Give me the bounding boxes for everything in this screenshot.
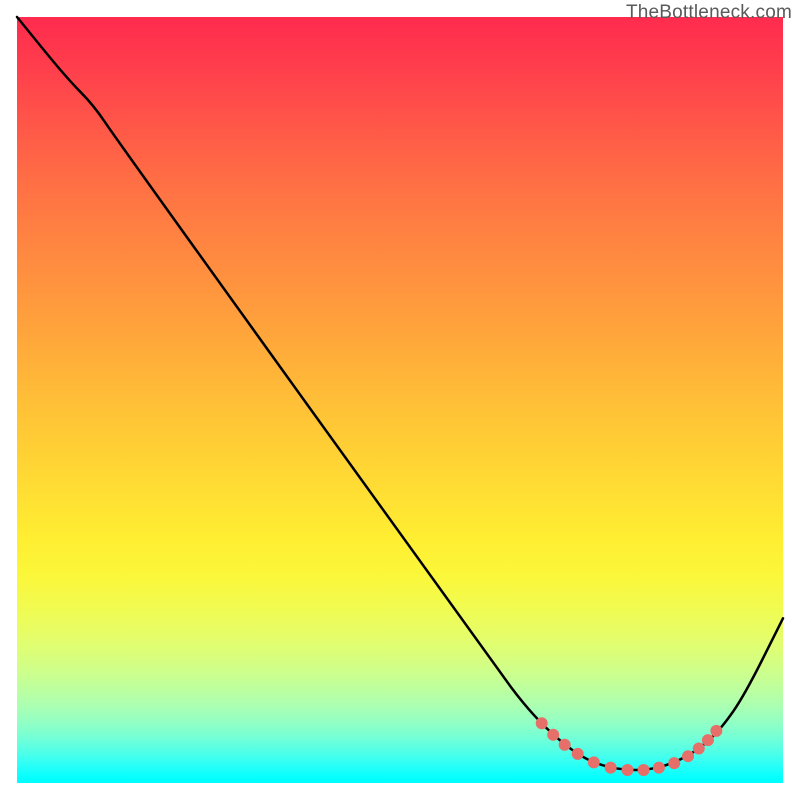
chart-gradient-background <box>17 17 783 783</box>
attribution-text: TheBottleneck.com <box>626 2 792 24</box>
chart-container: TheBottleneck.com <box>0 0 800 800</box>
